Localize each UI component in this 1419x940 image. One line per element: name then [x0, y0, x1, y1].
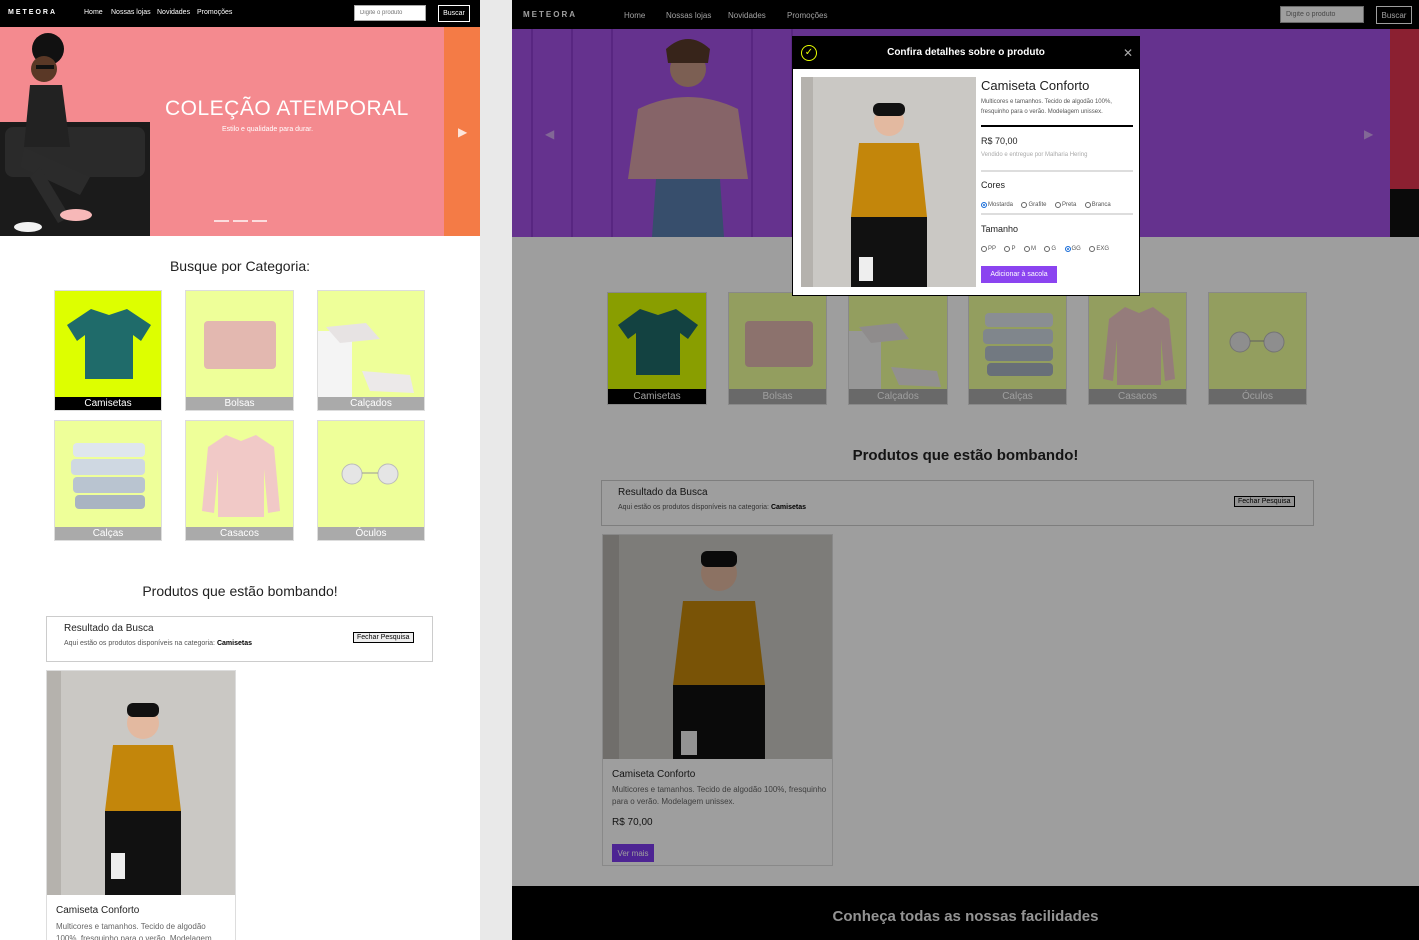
indicator-3[interactable]	[252, 220, 267, 222]
radio-button[interactable]	[1023, 246, 1030, 252]
category-card-pants[interactable]: Calças	[54, 420, 162, 541]
nav-promotions[interactable]: Promoções	[197, 9, 232, 16]
radio-button[interactable]	[1044, 246, 1051, 252]
close-icon[interactable]: ✕	[1123, 46, 1133, 60]
size-option[interactable]: P	[1004, 246, 1015, 252]
nav-home[interactable]: Home	[84, 9, 103, 16]
color-option[interactable]: Branca	[1084, 202, 1111, 208]
carousel-indicators[interactable]	[214, 220, 267, 222]
radio-button[interactable]	[1054, 202, 1061, 208]
color-option[interactable]: Grafite	[1021, 202, 1046, 208]
radio-button[interactable]	[1004, 246, 1011, 252]
nav-news[interactable]: Novidades	[157, 9, 190, 16]
size-option[interactable]: M	[1023, 246, 1036, 252]
coat-icon	[202, 435, 280, 517]
color-options: Mostarda Grafite Preta Branca	[981, 195, 1115, 213]
colors-label: Cores	[981, 180, 1006, 190]
modal-header: ✓ Confira detalhes sobre o produto ✕	[793, 37, 1139, 69]
products-title: Produtos que estão bombando!	[142, 583, 338, 599]
size-option[interactable]: PP	[981, 246, 996, 252]
radio-button[interactable]	[981, 246, 987, 252]
modal-title: Confira detalhes sobre o produto	[887, 47, 1045, 58]
navbar: METEORA Home Nossas lojas Novidades Prom…	[0, 0, 480, 27]
left-page-view: METEORA Home Nossas lojas Novidades Prom…	[0, 0, 480, 940]
size-label: Tamanho	[981, 224, 1019, 234]
category-card-glasses[interactable]: Óculos	[317, 420, 425, 541]
category-label: Bolsas	[186, 397, 293, 410]
modal-product-image	[801, 77, 976, 287]
categories-title: Busque por Categoria:	[169, 258, 311, 274]
search-button[interactable]: Buscar	[438, 5, 470, 22]
category-label: Óculos	[318, 527, 424, 540]
result-description: Aqui estão os produtos disponíveis na ca…	[64, 640, 252, 647]
product-modal: ✓ Confira detalhes sobre o produto ✕ Cam…	[792, 36, 1140, 296]
size-option[interactable]: EXG	[1089, 246, 1109, 252]
modal-seller: Vendido e entregue por Malharia Hering	[981, 152, 1088, 158]
search-result-box: Resultado da Busca Aqui estão os produto…	[46, 616, 433, 662]
indicator-2[interactable]	[233, 220, 248, 222]
nav-stores[interactable]: Nossas lojas	[111, 9, 151, 16]
radio-button[interactable]	[1064, 246, 1071, 252]
category-card-coats[interactable]: Casacos	[185, 420, 294, 541]
category-card-bags[interactable]: Bolsas	[185, 290, 294, 411]
radio-button[interactable]	[1089, 246, 1096, 252]
glasses-icon	[341, 463, 399, 485]
brand-logo[interactable]: METEORA	[8, 9, 57, 16]
hero-model-image	[0, 33, 150, 236]
color-option[interactable]: Mostarda	[981, 202, 1013, 208]
category-label: Calçados	[318, 397, 424, 410]
hero-banner: COLEÇÃO ATEMPORAL Estilo e qualidade par…	[0, 27, 480, 236]
modal-product-description: Multicores e tamanhos. Tecido de algodão…	[981, 99, 1112, 115]
right-page-view: METEORA Home Nossas lojas Novidades Prom…	[512, 0, 1419, 940]
close-search-button[interactable]: Fechar Pesquisa	[353, 632, 414, 643]
category-label: Camisetas	[55, 397, 161, 410]
modal-divider	[981, 213, 1133, 215]
size-option[interactable]: GG	[1064, 246, 1081, 252]
carousel-next-icon[interactable]: ▶	[458, 125, 467, 139]
modal-product-photo	[801, 77, 976, 287]
bag-icon	[204, 321, 276, 369]
product-image	[47, 671, 235, 895]
indicator-1[interactable]	[214, 220, 229, 222]
category-label: Casacos	[186, 527, 293, 540]
shirt-icon	[67, 309, 151, 379]
modal-divider	[981, 170, 1133, 172]
size-option[interactable]: G	[1044, 246, 1056, 252]
size-options: PP P M G GG EXG	[981, 239, 1113, 257]
result-title: Resultado da Busca	[64, 623, 154, 634]
modal-product-name: Camiseta Conforto	[981, 78, 1090, 93]
category-label: Calças	[55, 527, 161, 540]
modal-divider	[981, 125, 1133, 127]
color-option[interactable]: Preta	[1054, 202, 1076, 208]
add-to-bag-button[interactable]: Adicionar à sacola	[981, 266, 1057, 283]
product-card[interactable]: Camiseta Conforto Multicores e tamanhos.…	[46, 670, 236, 940]
radio-button[interactable]	[1084, 202, 1091, 208]
product-description: Multicores e tamanhos. Tecido de algodão…	[56, 922, 212, 940]
modal-price: R$ 70,00	[981, 136, 1018, 146]
category-card-shoes[interactable]: Calçados	[317, 290, 425, 411]
product-name: Camiseta Conforto	[56, 905, 140, 916]
pants-icon	[71, 443, 145, 509]
shoe-icon	[318, 323, 414, 397]
category-card-shirts[interactable]: Camisetas	[54, 290, 162, 411]
hero-title: COLEÇÃO ATEMPORAL	[165, 97, 409, 120]
radio-button[interactable]	[1021, 202, 1028, 208]
hero-subtitle: Estilo e qualidade para durar.	[222, 126, 314, 133]
product-photo	[47, 671, 235, 895]
radio-button[interactable]	[981, 202, 987, 208]
search-input[interactable]	[354, 5, 426, 21]
